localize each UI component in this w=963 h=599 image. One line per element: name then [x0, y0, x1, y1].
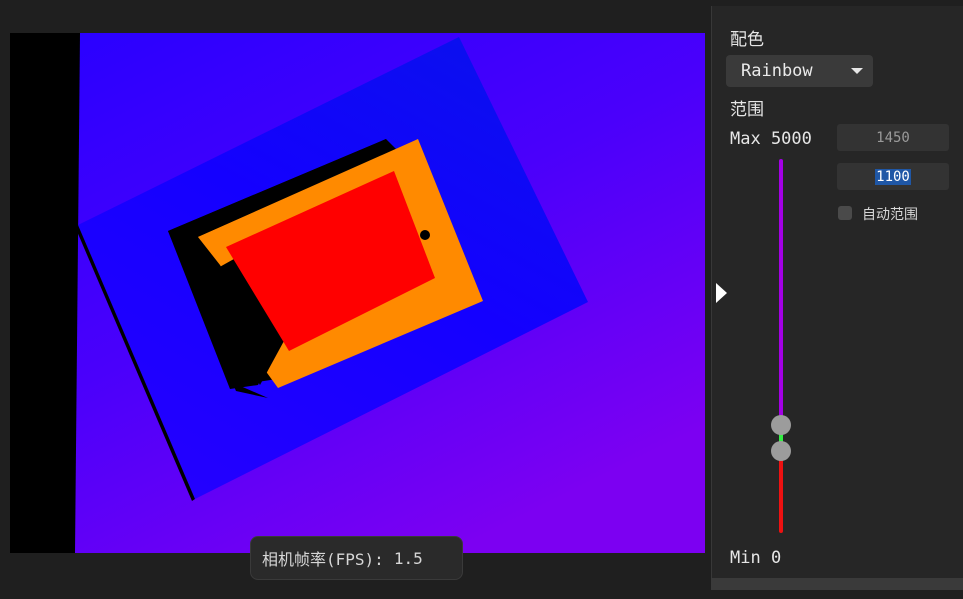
settings-panel: [711, 6, 963, 590]
auto-range-checkbox[interactable]: [838, 206, 852, 220]
depth-image: [10, 33, 705, 553]
slider-handle-high[interactable]: [771, 414, 791, 435]
depth-camera-viewer: 相机帧率(FPS): 1.5 配色 Rainbow 范围 Max 5000 14…: [0, 0, 963, 599]
panel-bottom-bar: [711, 578, 963, 590]
collapse-panel-icon[interactable]: [716, 283, 727, 303]
slider-handle-low[interactable]: [771, 440, 791, 461]
depth-image-view[interactable]: [10, 33, 705, 553]
colormap-select[interactable]: Rainbow: [726, 55, 873, 87]
slider-track-low: [779, 450, 783, 533]
slider-track-high: [779, 159, 783, 425]
range-min-input[interactable]: 1100: [837, 163, 949, 190]
fps-value: 1.5: [393, 548, 423, 568]
fps-indicator: 相机帧率(FPS): 1.5: [250, 536, 463, 580]
range-label: 范围: [730, 100, 764, 120]
range-min-input-value: 1100: [875, 168, 911, 185]
range-max-input-value: 1450: [876, 129, 910, 146]
colormap-label: 配色: [730, 30, 764, 50]
range-slider[interactable]: [771, 157, 791, 535]
auto-range-label: 自动范围: [862, 207, 918, 223]
range-min-label: Min 0: [730, 548, 782, 568]
range-max-input[interactable]: 1450: [837, 124, 949, 151]
colormap-value: Rainbow: [741, 61, 813, 81]
range-max-label: Max 5000: [730, 129, 812, 149]
fps-label: 相机帧率(FPS):: [262, 550, 384, 569]
chevron-down-icon: [851, 68, 863, 74]
